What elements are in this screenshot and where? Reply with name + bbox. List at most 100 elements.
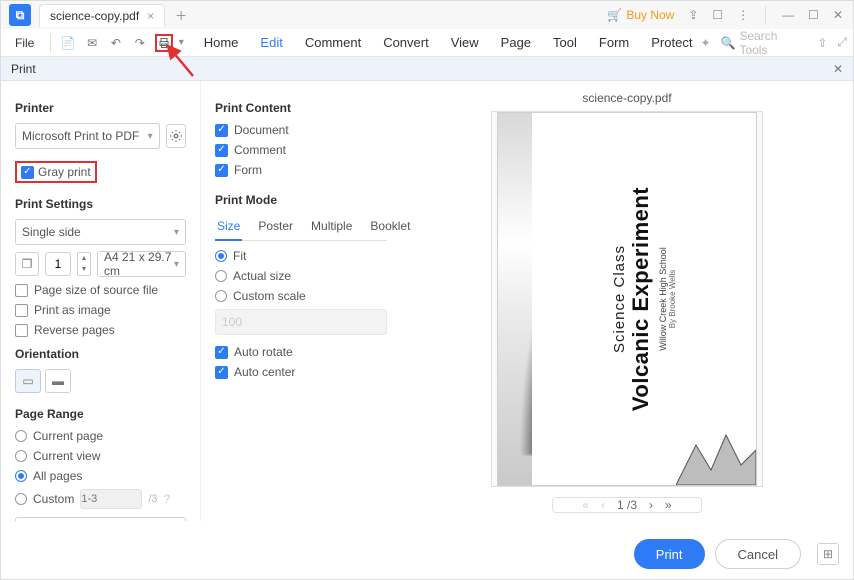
cancel-button[interactable]: Cancel <box>715 539 801 569</box>
preview-filename: science-copy.pdf <box>582 91 671 105</box>
custom-scale-input: 100 <box>215 309 387 335</box>
main-toolbar: File 📄 ✉ ↶ ↷ ▾ Home Edit Comment Convert… <box>1 29 853 57</box>
search-tools-input[interactable]: 🔍 Search Tools <box>721 29 808 57</box>
tab-convert[interactable]: Convert <box>381 31 431 54</box>
doc-line2: Volcanic Experiment <box>628 187 654 411</box>
mail-icon[interactable]: ✉ <box>83 34 101 52</box>
tab-comment[interactable]: Comment <box>303 31 363 54</box>
content-form-checkbox[interactable]: Form <box>215 163 387 177</box>
pager-last-icon[interactable]: » <box>665 498 672 512</box>
copies-stepper[interactable]: ▲▼ <box>77 252 91 276</box>
doc-line4: By Brooke Wells <box>668 187 677 411</box>
ribbon-tabs: Home Edit Comment Convert View Page Tool… <box>202 31 695 54</box>
page-source-checkbox[interactable]: Page size of source file <box>15 283 186 297</box>
preview-frame: Science Class Volcanic Experiment Willow… <box>491 111 763 487</box>
range-custom-radio[interactable]: Custom /3 ? <box>15 489 186 509</box>
redo-icon[interactable]: ↷ <box>131 34 149 52</box>
help-icon[interactable]: ? <box>164 492 171 506</box>
tab-edit[interactable]: Edit <box>258 31 284 54</box>
gray-print-label: Gray print <box>38 165 91 179</box>
print-icon[interactable] <box>155 34 173 52</box>
size-custom-radio[interactable]: Custom scale <box>215 289 387 303</box>
tab-protect[interactable]: Protect <box>649 31 694 54</box>
pages-filter-select[interactable]: All pages▾ <box>15 517 186 521</box>
print-mid-panel: Print Content Document Comment Form Prin… <box>201 81 401 521</box>
maximize-icon[interactable]: ☐ <box>808 8 819 22</box>
grid-layout-icon[interactable]: ⊞ <box>817 543 839 565</box>
mode-tab-size[interactable]: Size <box>215 215 242 241</box>
pager-next-icon[interactable]: › <box>649 498 653 512</box>
orientation-label: Orientation <box>15 347 186 361</box>
print-dialog-body: Printer Microsoft Print to PDF▾ Gray pri… <box>1 81 853 521</box>
orientation-landscape-button[interactable]: ▬ <box>45 369 71 393</box>
buy-now-link[interactable]: 🛒 Buy Now <box>607 8 674 22</box>
printer-label: Printer <box>15 101 186 115</box>
size-fit-radio[interactable]: Fit <box>215 249 387 263</box>
preview-image-band <box>498 113 532 485</box>
print-as-image-checkbox[interactable]: Print as image <box>15 303 186 317</box>
tab-tool[interactable]: Tool <box>551 31 579 54</box>
print-left-panel: Printer Microsoft Print to PDF▾ Gray pri… <box>1 81 201 521</box>
tab-view[interactable]: View <box>449 31 481 54</box>
minimize-icon[interactable]: — <box>782 8 794 22</box>
close-dialog-icon[interactable]: ✕ <box>833 62 843 76</box>
page-range-label: Page Range <box>15 407 186 421</box>
app-icon: ⧉ <box>9 4 31 26</box>
mountain-graphic <box>676 415 756 485</box>
expand-icon[interactable]: ⤢ <box>837 35 847 50</box>
range-all-pages-radio[interactable]: All pages <box>15 469 186 483</box>
sides-select[interactable]: Single side▾ <box>15 219 186 245</box>
print-mode-tabs: Size Poster Multiple Booklet <box>215 215 387 241</box>
content-comment-checkbox[interactable]: Comment <box>215 143 387 157</box>
range-current-view-radio[interactable]: Current view <box>15 449 186 463</box>
preview-text-band: Science Class Volcanic Experiment Willow… <box>532 113 756 485</box>
print-mode-label: Print Mode <box>215 193 387 207</box>
checkbox-icon <box>21 166 34 179</box>
mode-tab-multiple[interactable]: Multiple <box>309 215 354 240</box>
preview-page: Science Class Volcanic Experiment Willow… <box>497 112 757 486</box>
share-out-icon[interactable]: ⇧ <box>817 36 827 50</box>
open-icon[interactable]: 📄 <box>59 34 77 52</box>
share-icon[interactable]: ⇪ <box>688 8 698 22</box>
tab-page[interactable]: Page <box>499 31 533 54</box>
auto-center-checkbox[interactable]: Auto center <box>215 365 387 379</box>
pager-status: 1 /3 <box>617 498 637 512</box>
range-current-page-radio[interactable]: Current page <box>15 429 186 443</box>
printer-properties-button[interactable] <box>166 124 186 148</box>
doc-line3: Willow Creek High School <box>658 187 668 411</box>
custom-range-total: /3 <box>148 493 157 505</box>
gray-print-checkbox[interactable]: Gray print <box>15 161 97 183</box>
preview-pager: « ‹ 1 /3 › » <box>552 497 702 513</box>
tab-title: science-copy.pdf <box>50 9 139 23</box>
orientation-portrait-button[interactable]: ▭ <box>15 369 41 393</box>
file-menu[interactable]: File <box>7 32 42 54</box>
content-document-checkbox[interactable]: Document <box>215 123 387 137</box>
tab-form[interactable]: Form <box>597 31 631 54</box>
undo-icon[interactable]: ↶ <box>107 34 125 52</box>
print-dialog-header: Print ✕ <box>1 57 853 81</box>
pager-first-icon[interactable]: « <box>582 498 589 512</box>
window-titlebar: ⧉ science-copy.pdf × ＋ 🛒 Buy Now ⇪ ☐ ⋮ —… <box>1 1 853 29</box>
custom-range-input[interactable] <box>80 489 142 509</box>
paper-size-select[interactable]: A4 21 x 29.7 cm▾ <box>97 251 186 277</box>
print-preview-panel: science-copy.pdf Science Class Volcanic … <box>401 81 853 521</box>
print-button[interactable]: Print <box>634 539 705 569</box>
notification-icon[interactable]: ☐ <box>712 8 723 22</box>
wand-icon[interactable]: ✦ <box>700 36 710 50</box>
close-tab-icon[interactable]: × <box>147 9 154 23</box>
auto-rotate-checkbox[interactable]: Auto rotate <box>215 345 387 359</box>
size-actual-radio[interactable]: Actual size <box>215 269 387 283</box>
reverse-pages-checkbox[interactable]: Reverse pages <box>15 323 186 337</box>
copies-input[interactable] <box>45 252 71 276</box>
new-tab-button[interactable]: ＋ <box>175 7 187 24</box>
print-dropdown-icon[interactable]: ▾ <box>179 37 184 48</box>
printer-select[interactable]: Microsoft Print to PDF▾ <box>15 123 160 149</box>
pager-prev-icon[interactable]: ‹ <box>601 498 605 512</box>
print-settings-label: Print Settings <box>15 197 186 211</box>
more-icon[interactable]: ⋮ <box>737 8 749 22</box>
document-tab[interactable]: science-copy.pdf × <box>39 4 165 27</box>
mode-tab-poster[interactable]: Poster <box>256 215 295 240</box>
doc-line1: Science Class <box>611 187 628 411</box>
close-window-icon[interactable]: ✕ <box>833 8 843 22</box>
tab-home[interactable]: Home <box>202 31 241 54</box>
